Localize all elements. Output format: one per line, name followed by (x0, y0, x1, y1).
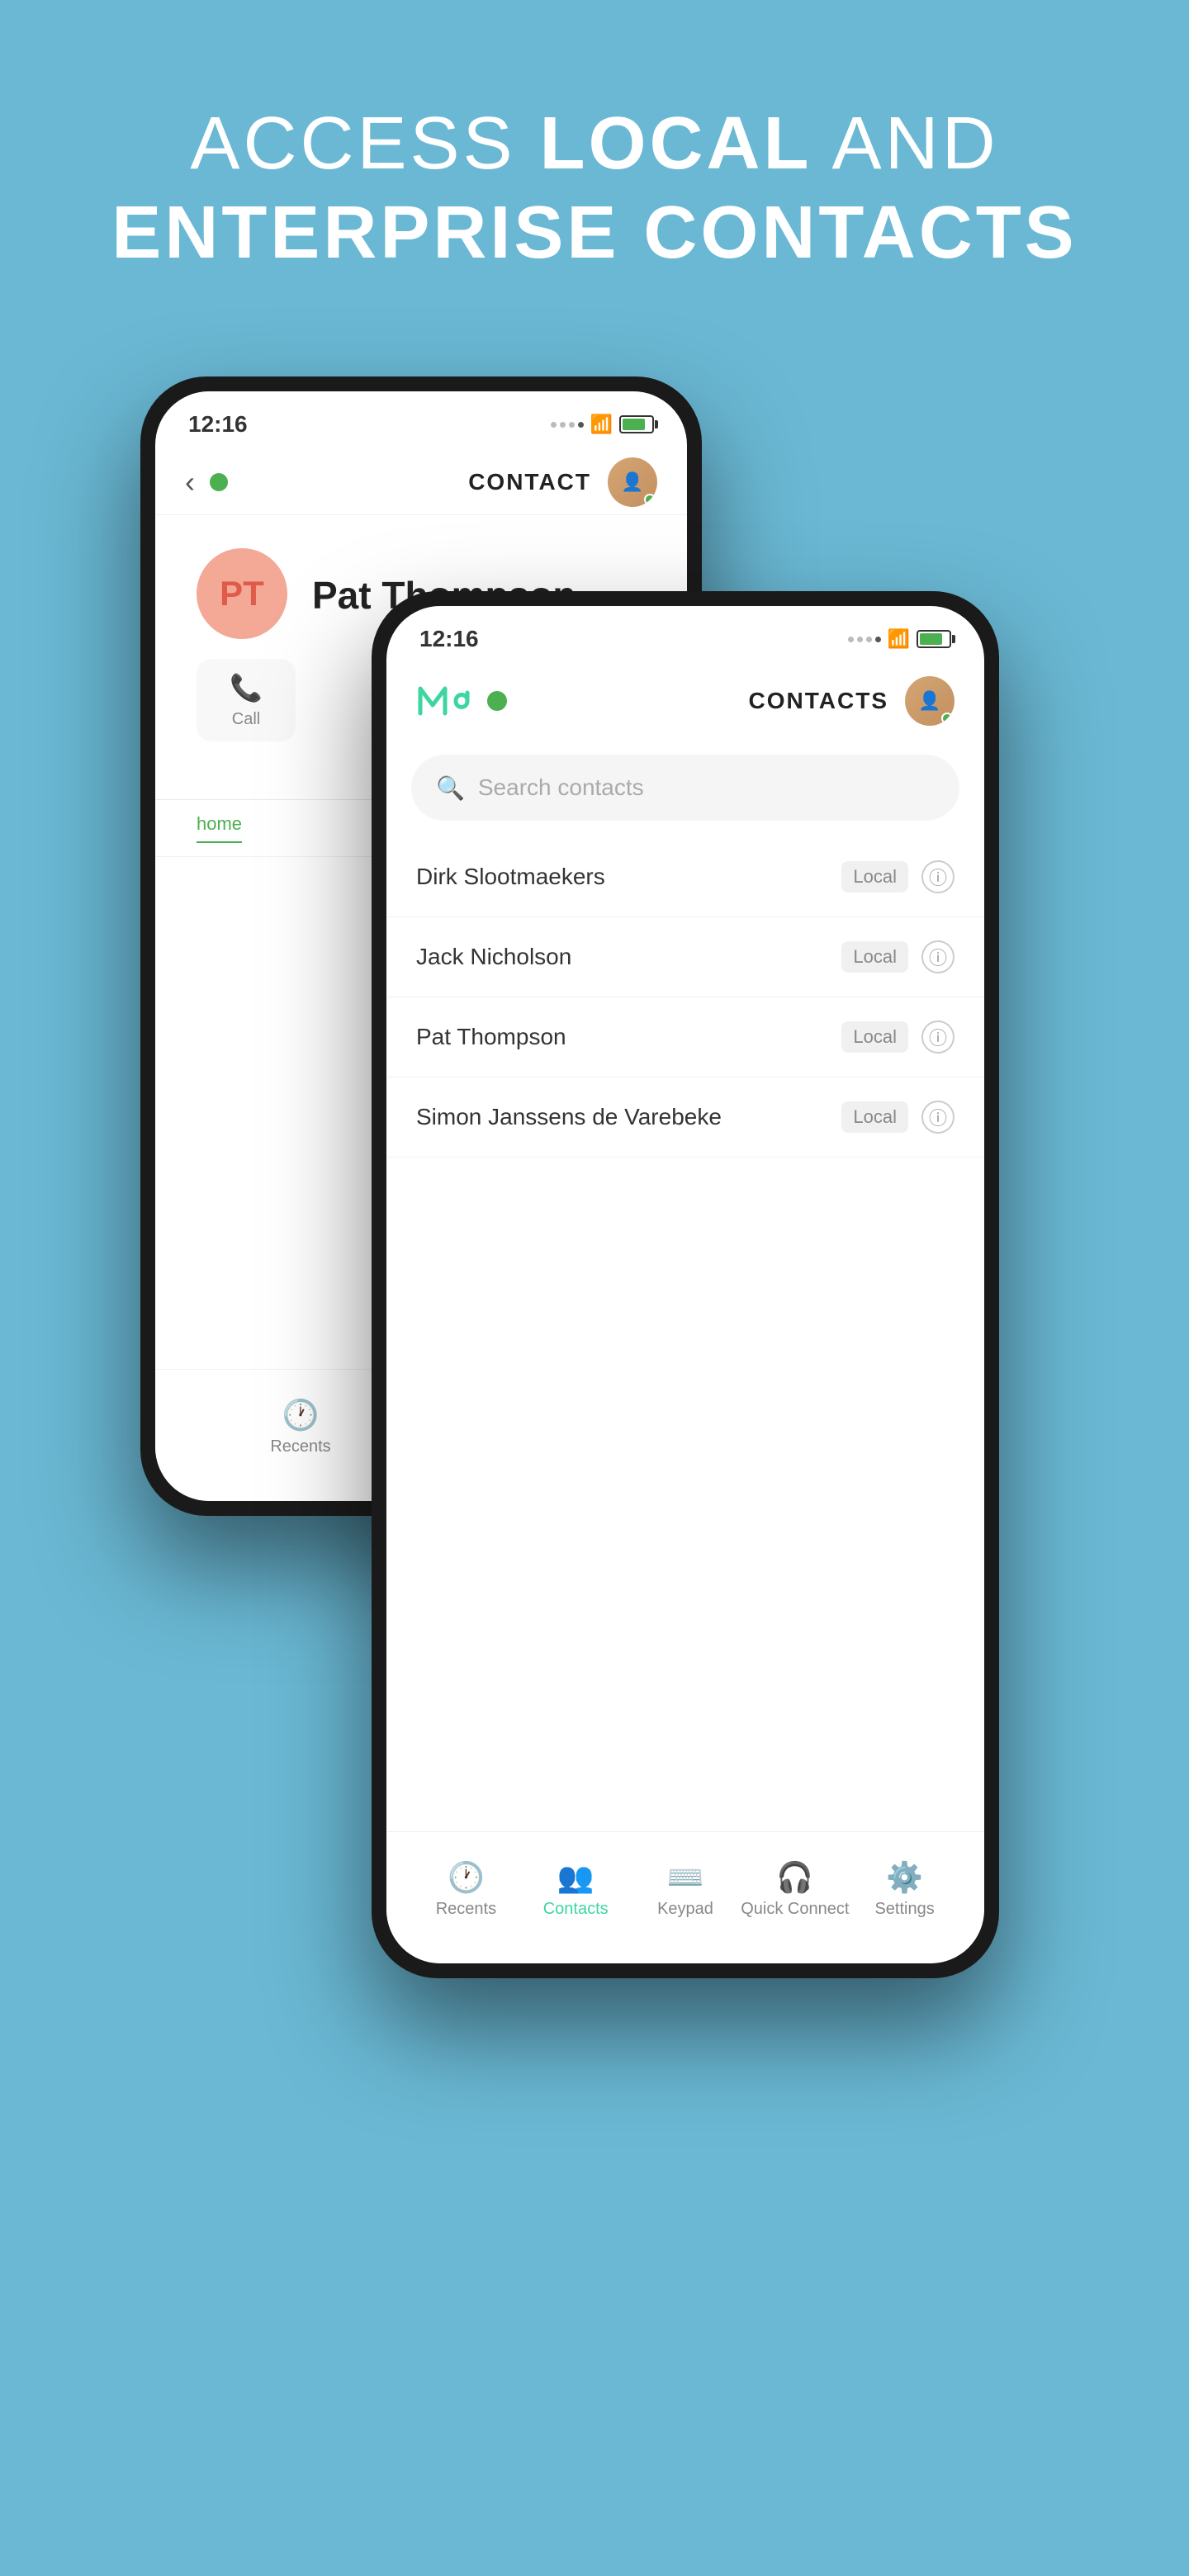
wifi-icon-front: 📶 (888, 628, 910, 650)
quickconnect-label: Quick Connect (741, 1900, 849, 1919)
bottom-nav-recents-front[interactable]: 🕐 Recents (411, 1860, 521, 1919)
contact-row-2[interactable]: Pat Thompson Local ⓘ (386, 997, 984, 1077)
tab-home[interactable]: home (197, 813, 242, 843)
contact-row-1[interactable]: Jack Nicholson Local ⓘ (386, 917, 984, 997)
search-icon: 🔍 (436, 774, 465, 802)
wifi-icon: 📶 (590, 414, 613, 435)
nav-bar-back: ‹ CONTACT 👤 (155, 449, 687, 515)
battery-icon (619, 415, 654, 433)
contact-name-0: Dirk Slootmaekers (416, 864, 841, 890)
status-icons-back: 📶 (551, 414, 654, 435)
contacts-icon-front: 👥 (557, 1860, 594, 1895)
avatar: 👤 (608, 457, 657, 507)
battery-icon-front (917, 630, 951, 648)
bottom-nav-quickconnect[interactable]: 🎧 Quick Connect (740, 1860, 850, 1919)
contact-row-0[interactable]: Dirk Slootmaekers Local ⓘ (386, 837, 984, 917)
info-button-3[interactable]: ⓘ (921, 1101, 955, 1134)
phone-front-screen: 12:16 📶 (386, 606, 984, 1963)
contact-name-3: Simon Janssens de Varebeke (416, 1104, 841, 1130)
hero-text: ACCESS LOCAL AND ENTERPRISE CONTACTS (111, 99, 1077, 277)
status-bar-front: 12:16 📶 (386, 606, 984, 664)
quickconnect-icon: 🎧 (776, 1860, 813, 1895)
call-icon: 📞 (230, 672, 263, 703)
avatar-front: 👤 (905, 676, 955, 726)
bottom-nav-keypad[interactable]: ⌨️ Keypad (631, 1860, 741, 1919)
contact-name-2: Pat Thompson (416, 1024, 841, 1050)
search-bar[interactable]: 🔍 Search contacts (411, 755, 959, 821)
avatar-online-dot-front (941, 713, 953, 724)
contact-badge-0: Local (841, 861, 908, 893)
hero-line1: ACCESS LOCAL AND (111, 99, 1077, 188)
recents-label: Recents (270, 1437, 330, 1456)
hero-line2: ENTERPRISE CONTACTS (111, 188, 1077, 277)
settings-label: Settings (874, 1900, 934, 1919)
recents-label-front: Recents (436, 1900, 496, 1919)
contacts-label-front: Contacts (543, 1900, 609, 1919)
call-button[interactable]: 📞 Call (197, 659, 296, 741)
keypad-label: Keypad (657, 1900, 713, 1919)
brand-logo (416, 680, 474, 722)
contacts-header: CONTACTS 👤 (386, 664, 984, 738)
info-button-1[interactable]: ⓘ (921, 940, 955, 973)
bottom-nav-front: 🕐 Recents 👥 Contacts ⌨️ Keypad 🎧 Quick C… (386, 1831, 984, 1963)
info-button-0[interactable]: ⓘ (921, 860, 955, 893)
status-icons-front: 📶 (848, 628, 951, 650)
bottom-nav-contacts-front[interactable]: 👥 Contacts (521, 1860, 631, 1919)
info-button-2[interactable]: ⓘ (921, 1020, 955, 1054)
phones-container: 12:16 📶 ‹ CONTA (140, 376, 1049, 2441)
recents-icon-front: 🕐 (448, 1860, 485, 1895)
call-label: Call (232, 710, 260, 729)
contact-badge-2: Local (841, 1021, 908, 1053)
contact-badge-3: Local (841, 1101, 908, 1133)
search-placeholder: Search contacts (478, 774, 644, 801)
contact-avatar: PT (197, 548, 287, 639)
recents-icon: 🕐 (282, 1398, 320, 1432)
avatar-online-dot (644, 494, 656, 505)
contact-name-1: Jack Nicholson (416, 944, 841, 970)
signal-dots-front (848, 637, 881, 642)
settings-icon: ⚙️ (886, 1860, 923, 1895)
contacts-page-title: CONTACTS (507, 688, 888, 714)
contact-row-3[interactable]: Simon Janssens de Varebeke Local ⓘ (386, 1077, 984, 1158)
contacts-list: Dirk Slootmaekers Local ⓘ Jack Nicholson… (386, 837, 984, 1158)
online-dot-front (487, 691, 507, 711)
back-button[interactable]: ‹ (185, 465, 195, 500)
bottom-nav-settings[interactable]: ⚙️ Settings (850, 1860, 959, 1919)
signal-dots (551, 422, 584, 428)
online-indicator (210, 473, 228, 491)
keypad-icon: ⌨️ (667, 1860, 704, 1895)
status-bar-back: 12:16 📶 (155, 391, 687, 449)
phone-front: 12:16 📶 (372, 591, 999, 1978)
page-title-back: CONTACT (228, 469, 591, 495)
status-time-front: 12:16 (419, 626, 479, 652)
contact-badge-1: Local (841, 941, 908, 973)
status-time-back: 12:16 (188, 411, 248, 438)
